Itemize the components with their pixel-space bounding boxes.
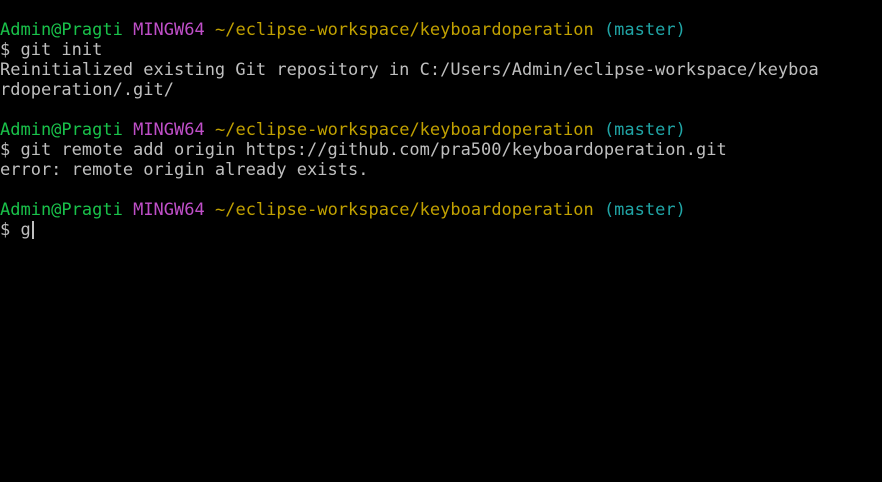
command-line: $ git remote add origin https://github.c… — [0, 140, 727, 160]
prompt-line: Admin@Pragti MINGW64 ~/eclipse-workspace… — [0, 200, 882, 220]
prompt-path: ~/eclipse-workspace/keyboardoperation — [214, 120, 594, 140]
error-output-line: error: remote origin already exists. — [0, 160, 369, 180]
prompt-branch: (master) — [603, 200, 686, 220]
current-input-line[interactable]: $ g — [0, 220, 882, 240]
output-line: Reinitialized existing Git repository in… — [0, 60, 819, 80]
current-input-text[interactable]: $ g — [0, 220, 31, 240]
prompt-user: Admin@Pragti — [0, 120, 123, 140]
terminal-window[interactable]: Admin@Pragti MINGW64 ~/eclipse-workspace… — [0, 0, 882, 482]
prompt-user: Admin@Pragti — [0, 200, 123, 220]
command-line: $ git init — [0, 40, 103, 60]
prompt-user: Admin@Pragti — [0, 20, 123, 40]
prompt-host: MINGW64 — [133, 20, 205, 40]
prompt-path: ~/eclipse-workspace/keyboardoperation — [214, 200, 594, 220]
prompt-line: Admin@Pragti MINGW64 ~/eclipse-workspace… — [0, 120, 882, 140]
prompt-host: MINGW64 — [133, 120, 205, 140]
text-cursor — [31, 221, 34, 239]
prompt-branch: (master) — [603, 20, 686, 40]
prompt-host: MINGW64 — [133, 200, 205, 220]
output-line: rdoperation/.git/ — [0, 80, 174, 100]
prompt-path: ~/eclipse-workspace/keyboardoperation — [214, 20, 594, 40]
prompt-branch: (master) — [603, 120, 686, 140]
prompt-line: Admin@Pragti MINGW64 ~/eclipse-workspace… — [0, 20, 882, 40]
